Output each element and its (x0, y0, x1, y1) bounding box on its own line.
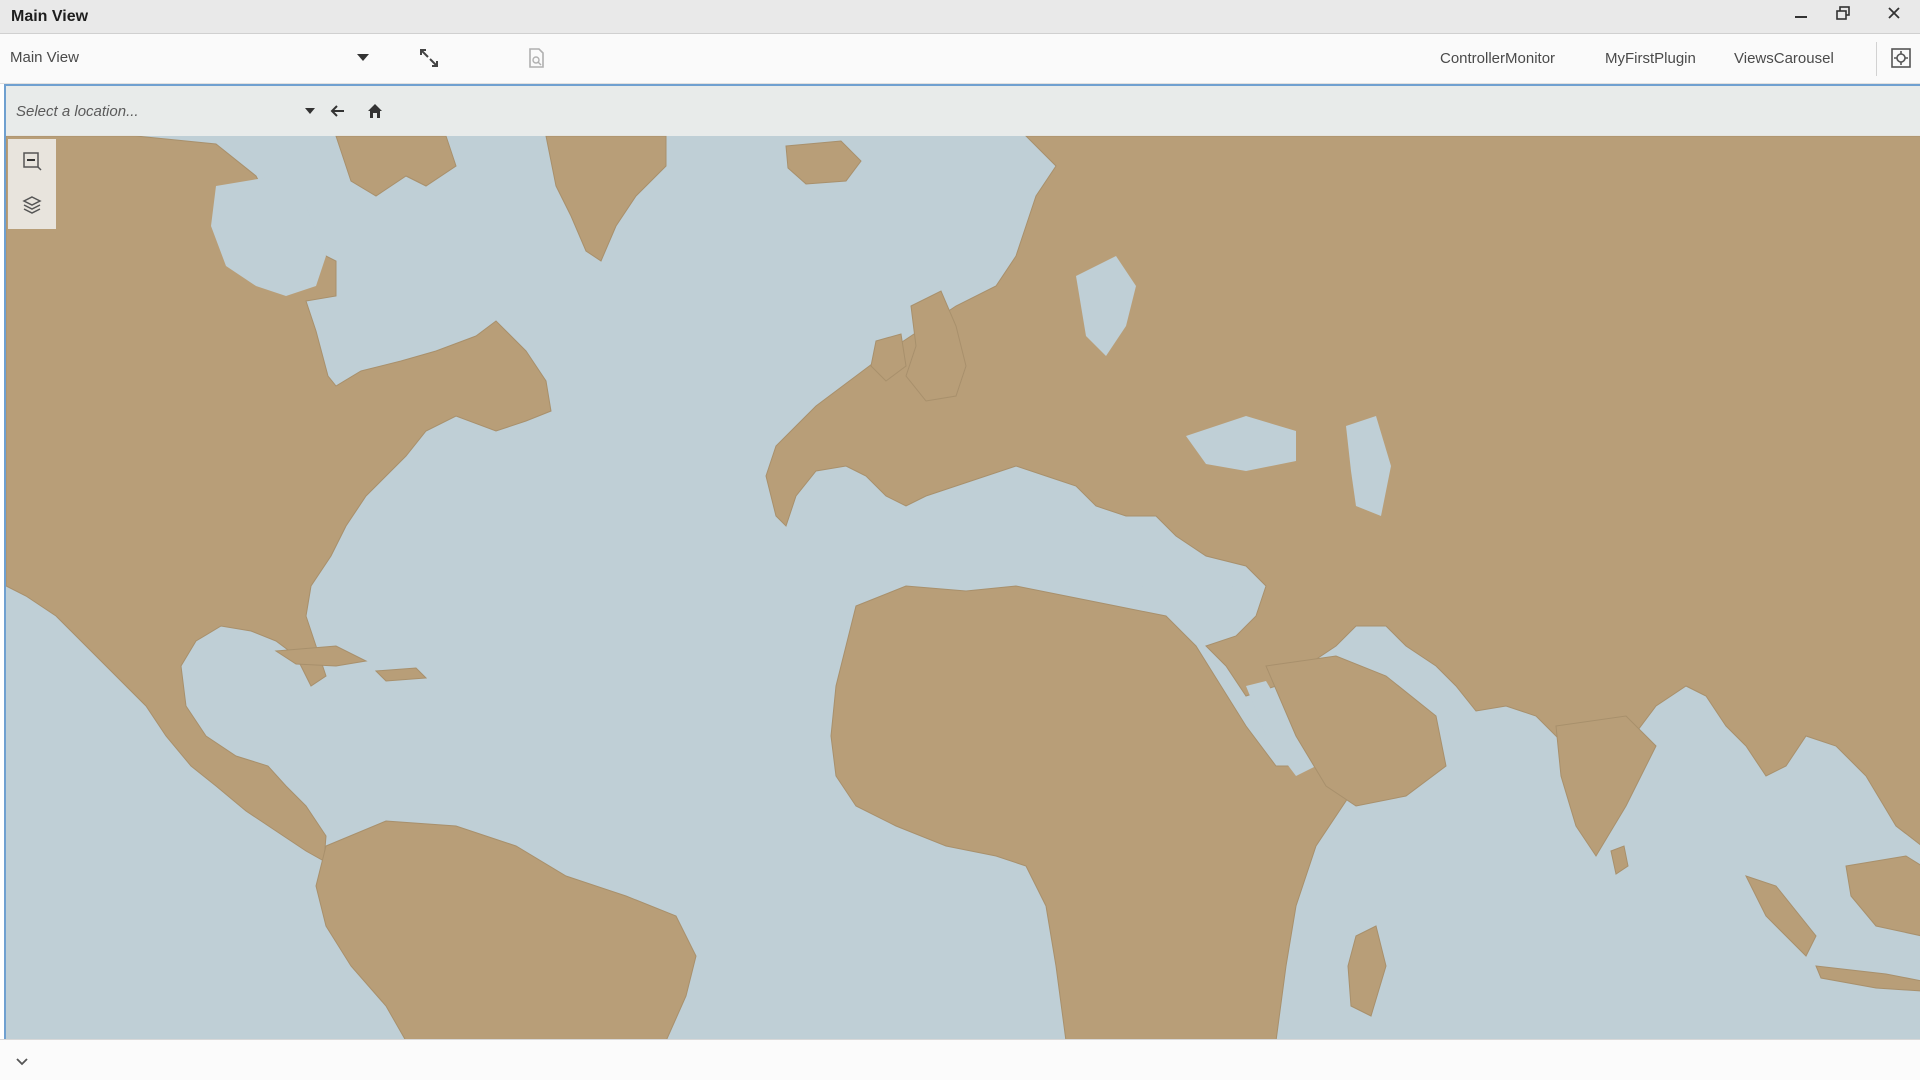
zoom-icon (23, 152, 42, 171)
view-selector-value: Main View (10, 49, 79, 66)
location-dropdown-icon[interactable] (305, 108, 315, 114)
toolbar-divider (1876, 42, 1877, 76)
document-icon (529, 48, 544, 68)
home-icon (368, 104, 382, 118)
view-selector[interactable]: Main View (0, 34, 380, 83)
back-arrow-icon (330, 105, 344, 117)
plugin-link-viewscarousel[interactable]: ViewsCarousel (1734, 50, 1834, 67)
bottom-panel (0, 1039, 1920, 1080)
chevron-down-icon (357, 54, 369, 61)
layers-button[interactable] (18, 191, 46, 219)
home-button[interactable] (363, 99, 387, 123)
link-icon (420, 49, 438, 67)
zoom-button[interactable] (18, 147, 46, 175)
expand-panel-button[interactable] (12, 1054, 32, 1070)
document-button[interactable] (523, 45, 549, 71)
world-map[interactable] (6, 86, 1920, 1041)
location-bar (6, 86, 1920, 136)
chevron-down-icon (16, 1058, 28, 1066)
map-side-tools (8, 139, 56, 229)
window-settings-icon (1891, 48, 1911, 68)
plugin-link-controllermonitor[interactable]: ControllerMonitor (1440, 50, 1555, 67)
restore-button[interactable] (1823, 0, 1863, 26)
restore-icon (1836, 6, 1850, 20)
map-view[interactable] (4, 84, 1920, 1041)
location-search-input[interactable] (14, 94, 318, 128)
link-button[interactable] (416, 45, 442, 71)
minimize-button[interactable] (1781, 0, 1821, 26)
window-title: Main View (11, 8, 89, 25)
plugin-link-myfirstplugin[interactable]: MyFirstPlugin (1605, 50, 1696, 67)
close-button[interactable] (1874, 0, 1914, 26)
minimize-icon (1795, 16, 1807, 18)
title-bar: Main View (0, 0, 1920, 34)
window-settings-button[interactable] (1888, 45, 1914, 71)
layers-icon (22, 196, 42, 214)
close-icon (1888, 7, 1900, 19)
back-button[interactable] (326, 99, 350, 123)
app-window: Main View Main View ControllerMonitor My… (0, 0, 1920, 1080)
main-toolbar: Main View ControllerMonitor MyFirstPlugi… (0, 34, 1920, 84)
